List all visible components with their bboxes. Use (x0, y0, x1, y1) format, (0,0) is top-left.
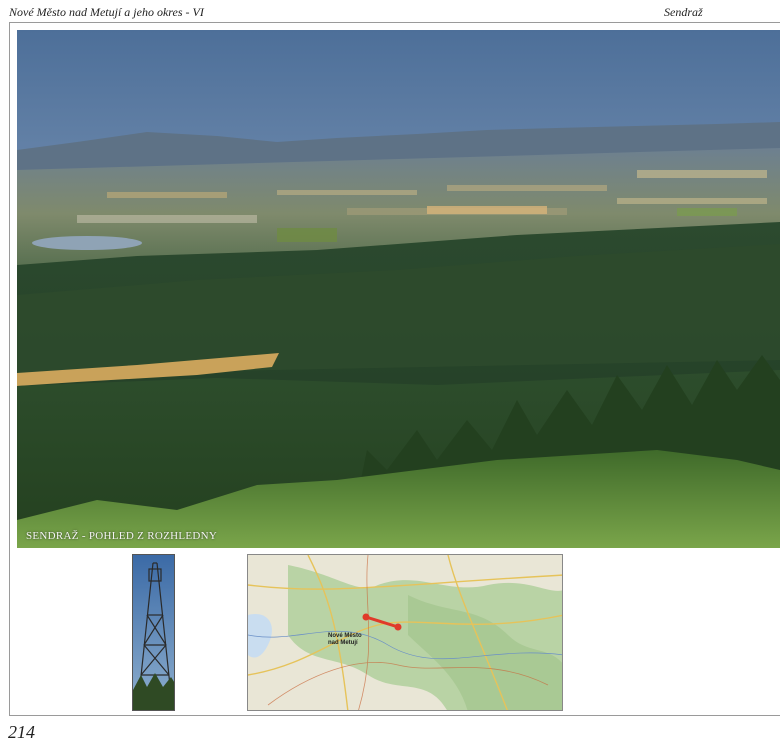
photo-caption: SENDRAŽ - POHLED Z ROZHLEDNY (26, 530, 218, 542)
book-title: Nové Město nad Metují a jeho okres - VI (9, 5, 204, 19)
location-map: Nové Město nad Metují (247, 554, 563, 711)
page-number: 214 (8, 722, 35, 742)
map-town-label-line2: nad Metují (328, 640, 358, 646)
map-town-label: Nové Město nad Metují (328, 633, 368, 647)
lookout-tower-photo (132, 554, 175, 711)
landscape-photo (17, 30, 780, 548)
section-title: Sendraž (664, 5, 703, 19)
map-town-label-line1: Nové Město (328, 633, 362, 639)
